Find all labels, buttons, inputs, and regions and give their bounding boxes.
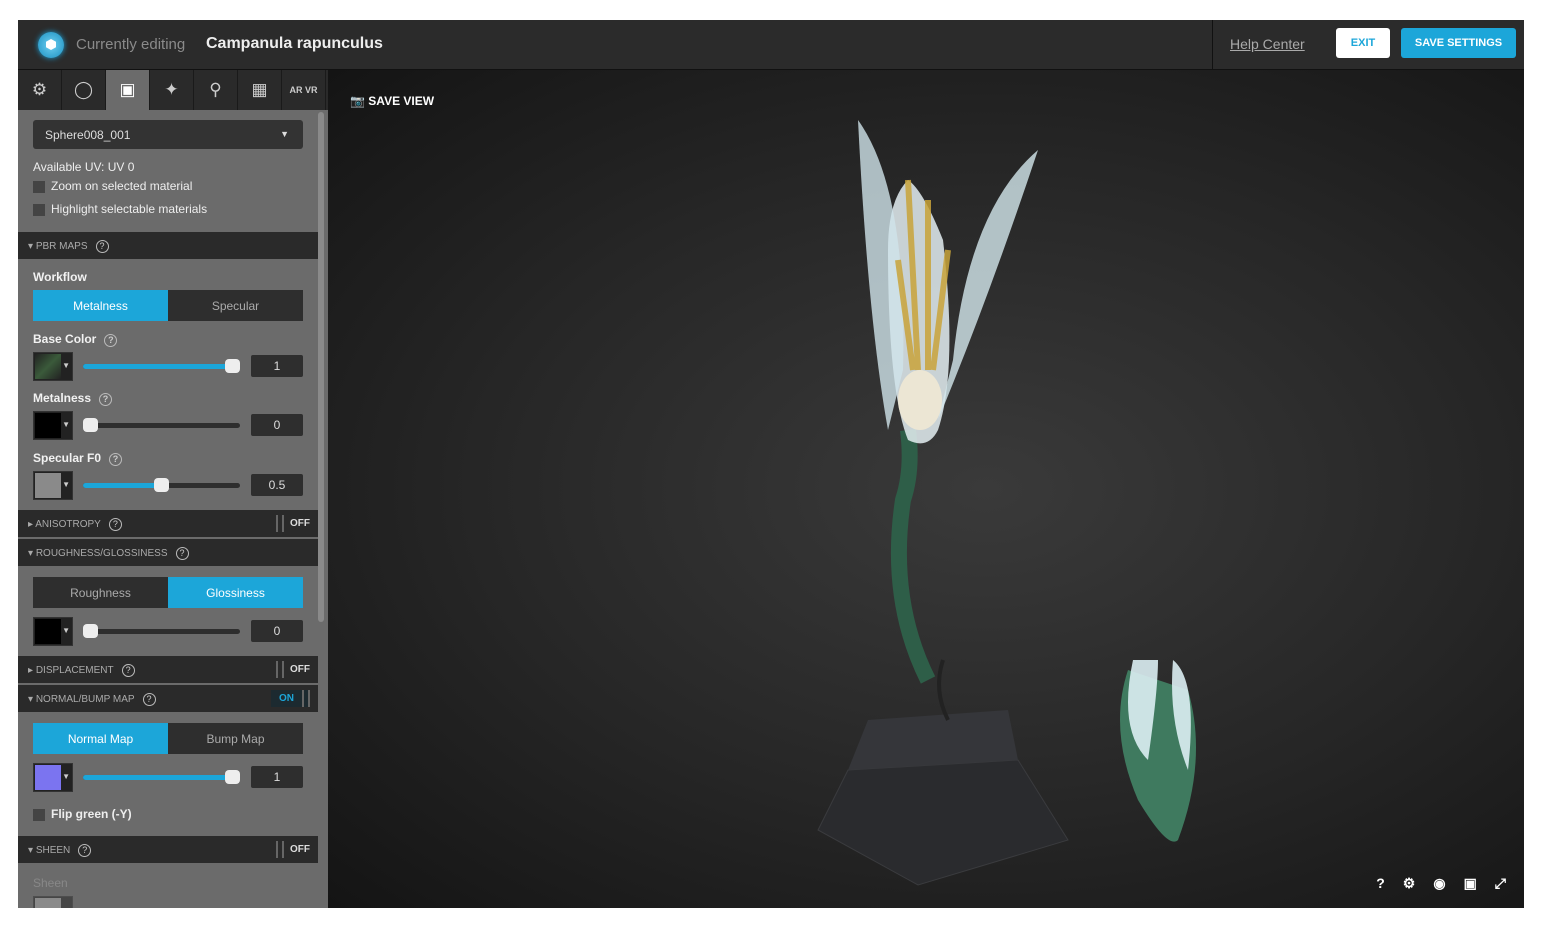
- gear-icon[interactable]: ⚙: [18, 70, 62, 110]
- help-icon[interactable]: ?: [175, 547, 189, 560]
- material-select[interactable]: Sphere008_001 ▼: [33, 120, 303, 149]
- settings-gear-icon[interactable]: ⚙: [1403, 875, 1416, 892]
- mode-bump-map[interactable]: Bump Map: [168, 723, 303, 754]
- help-icon[interactable]: ?: [1376, 875, 1385, 892]
- help-icon[interactable]: ?: [78, 844, 92, 857]
- section-sheen[interactable]: ▾ SHEEN? OFF: [18, 836, 318, 863]
- sheen-toggle[interactable]: OFF: [276, 841, 310, 858]
- sidebar-scrollbar[interactable]: [318, 112, 324, 622]
- flower-model: [817, 120, 1196, 886]
- section-normal-bump[interactable]: ▾ NORMAL/BUMP MAP? ON: [18, 685, 318, 712]
- roughness-value[interactable]: 0: [251, 620, 303, 642]
- film-icon[interactable]: ▦: [238, 70, 282, 110]
- help-icon[interactable]: ?: [108, 518, 122, 531]
- mode-glossiness[interactable]: Glossiness: [168, 577, 303, 608]
- sheen-label: Sheen: [33, 876, 68, 890]
- checkbox[interactable]: [33, 180, 45, 193]
- ar-vr-icon[interactable]: AR VR: [282, 70, 326, 110]
- editing-prefix: Currently editing: [76, 36, 186, 53]
- checkbox[interactable]: [33, 203, 45, 216]
- workflow-label: Workflow: [33, 270, 87, 284]
- settings-tabs: ⚙ ◯ ▣ ✦ ⚲ ▦ AR VR: [18, 70, 328, 110]
- mode-roughness[interactable]: Roughness: [33, 577, 168, 608]
- base-color-value[interactable]: 1: [251, 355, 303, 377]
- normal-slider[interactable]: [83, 770, 240, 784]
- sketchfab-logo-icon[interactable]: [38, 32, 64, 58]
- save-settings-button[interactable]: SAVE SETTINGS: [1401, 28, 1516, 58]
- material-select-value: Sphere008_001: [45, 128, 131, 142]
- base-color-texture-picker[interactable]: ▼: [33, 352, 73, 381]
- roughness-texture-picker[interactable]: ▼: [33, 617, 73, 646]
- section-title: PBR MAPS: [35, 241, 88, 252]
- metalness-value[interactable]: 0: [251, 414, 303, 436]
- section-pbr-maps[interactable]: ▾ PBR MAPS?: [18, 232, 318, 259]
- image-icon[interactable]: ▣: [106, 70, 150, 110]
- available-uv: Available UV: UV 0: [33, 160, 135, 174]
- metalness-texture-picker[interactable]: ▼: [33, 411, 73, 440]
- fullscreen-icon[interactable]: ⤢: [1495, 875, 1506, 892]
- help-icon[interactable]: ?: [121, 664, 135, 677]
- specular-label: Specular F0?: [33, 451, 123, 466]
- help-icon[interactable]: ?: [104, 334, 118, 347]
- base-color-slider[interactable]: [83, 359, 240, 373]
- workflow-metalness[interactable]: Metalness: [33, 290, 168, 321]
- section-roughness[interactable]: ▾ ROUGHNESS/GLOSSINESS?: [18, 539, 318, 566]
- highlight-option-label: Highlight selectable materials: [51, 202, 208, 216]
- help-icon[interactable]: ?: [95, 240, 109, 253]
- displacement-toggle[interactable]: OFF: [276, 661, 310, 678]
- highlight-materials-option[interactable]: Highlight selectable materials: [33, 202, 207, 216]
- section-displacement[interactable]: ▸ DISPLACEMENT? OFF: [18, 656, 318, 683]
- 3d-viewport[interactable]: 📷 SAVE VIEW ? ⚙ ◉ ▣ ⤢: [328, 70, 1524, 908]
- anisotropy-toggle[interactable]: OFF: [276, 515, 310, 532]
- sheen-texture-picker[interactable]: [33, 896, 73, 908]
- settings-sidebar: ⚙ ◯ ▣ ✦ ⚲ ▦ AR VR Sphere008_001 ▼ Availab…: [18, 70, 328, 908]
- specular-texture-picker[interactable]: ▼: [33, 471, 73, 500]
- divider: [1212, 20, 1213, 70]
- help-icon[interactable]: ?: [99, 393, 113, 406]
- base-color-label: Base Color?: [33, 332, 118, 347]
- roughness-mode-toggle: Roughness Glossiness: [33, 577, 303, 608]
- exit-button[interactable]: EXIT: [1336, 28, 1390, 58]
- workflow-specular[interactable]: Specular: [168, 290, 303, 321]
- chevron-down-icon: ▼: [280, 129, 289, 139]
- flip-green-option[interactable]: Flip green (-Y): [33, 807, 132, 821]
- editor-app: Currently editing Campanula rapunculus H…: [18, 20, 1524, 908]
- metalness-label: Metalness?: [33, 391, 113, 406]
- zoom-on-material-option[interactable]: Zoom on selected material: [33, 179, 192, 193]
- checkbox[interactable]: [33, 808, 45, 821]
- normal-toggle[interactable]: ON: [271, 690, 310, 707]
- help-icon[interactable]: ?: [109, 453, 123, 466]
- model-title: Campanula rapunculus: [206, 35, 383, 52]
- normal-mode-toggle: Normal Map Bump Map: [33, 723, 303, 754]
- specular-value[interactable]: 0.5: [251, 474, 303, 496]
- normal-value[interactable]: 1: [251, 766, 303, 788]
- mode-normal-map[interactable]: Normal Map: [33, 723, 168, 754]
- metalness-slider[interactable]: [83, 418, 240, 432]
- workflow-toggle: Metalness Specular: [33, 290, 303, 321]
- roughness-slider[interactable]: [83, 624, 240, 638]
- section-anisotropy[interactable]: ▸ ANISOTROPY? OFF: [18, 510, 318, 537]
- vr-headset-icon[interactable]: ▣: [1464, 875, 1477, 892]
- zoom-option-label: Zoom on selected material: [51, 179, 193, 193]
- lightbulb-icon[interactable]: ◯: [62, 70, 106, 110]
- help-icon[interactable]: ?: [142, 693, 156, 706]
- layers-icon[interactable]: ◉: [1433, 875, 1445, 892]
- normal-texture-picker[interactable]: ▼: [33, 763, 73, 792]
- viewer-controls: ? ⚙ ◉ ▣ ⤢: [1376, 875, 1506, 892]
- specular-slider[interactable]: [83, 478, 240, 492]
- location-pin-icon[interactable]: ⚲: [194, 70, 238, 110]
- top-bar: Currently editing Campanula rapunculus H…: [18, 20, 1524, 70]
- help-center-link[interactable]: Help Center: [1230, 36, 1305, 52]
- magic-wand-icon[interactable]: ✦: [150, 70, 194, 110]
